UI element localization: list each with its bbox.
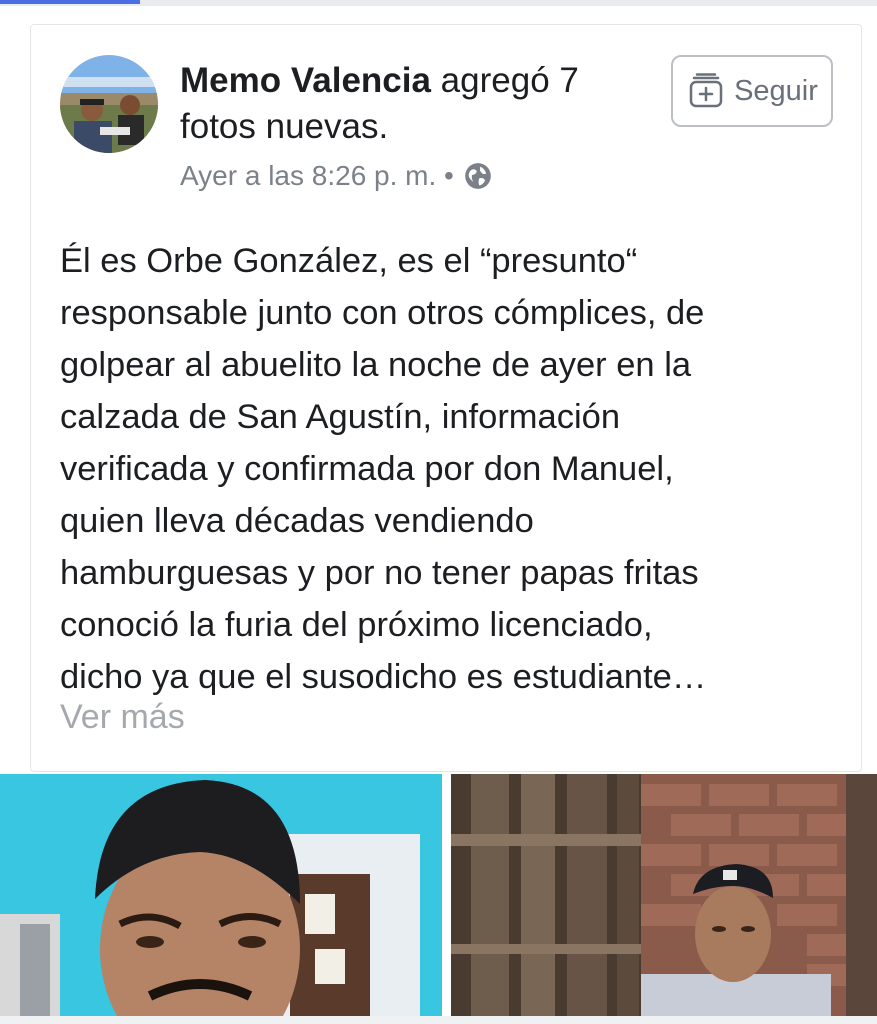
follow-button[interactable]: Seguir (671, 55, 833, 127)
post-body-line: dicho ya que el susodicho es estudiante… (60, 658, 707, 696)
post-body-line: responsable junto con otros cómplices, d… (60, 294, 705, 332)
post-body-line: calzada de San Agustín, información (60, 398, 621, 436)
post-body: Él es Orbe González, es el “presunto“ re… (60, 235, 840, 703)
photo-selfie (0, 774, 442, 1016)
author-name[interactable]: Memo Valencia (180, 61, 431, 100)
post-body-line: hamburguesas y por no tener papas fritas (60, 554, 699, 592)
follow-label: Seguir (734, 74, 818, 107)
post-body-line: golpear al abuelito la noche de ayer en … (60, 346, 692, 384)
globe-icon[interactable] (464, 162, 492, 190)
photo-brick-wall (451, 774, 877, 1016)
avatar-photo (60, 55, 158, 153)
see-more-link[interactable]: Ver más (60, 698, 185, 737)
post-body-line: quien lleva décadas vendiendo (60, 502, 534, 540)
post-body-line: conoció la furia del próximo licenciado, (60, 606, 653, 644)
post-body-line: verificada y confirmada por don Manuel, (60, 450, 674, 488)
post-timestamp[interactable]: Ayer a las 8:26 p. m. • (180, 160, 454, 192)
post-meta: Ayer a las 8:26 p. m. • (180, 160, 492, 192)
bottom-divider (0, 1016, 877, 1024)
tab-indicator (0, 0, 140, 4)
follow-icon (689, 73, 723, 108)
post-header: Memo Valencia agregó 7 fotos nuevas. (180, 58, 650, 150)
post-body-line: Él es Orbe González, es el “presunto“ (60, 242, 638, 280)
author-avatar[interactable] (60, 55, 158, 153)
post-photo-2[interactable] (451, 774, 877, 1016)
post-photo-1[interactable] (0, 774, 442, 1016)
